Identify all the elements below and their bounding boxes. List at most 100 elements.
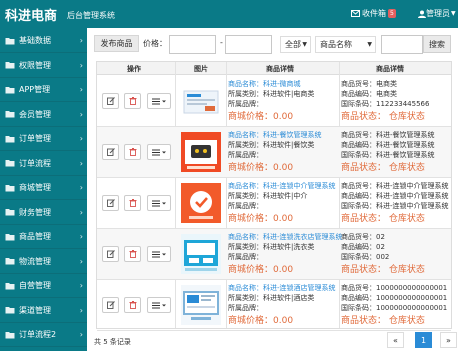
sidebar-item[interactable]: 订单流程2 › xyxy=(0,323,87,347)
sidebar-item[interactable]: 订单流程 › xyxy=(0,152,87,176)
price-separator: - xyxy=(220,38,223,47)
delete-button[interactable] xyxy=(124,246,141,262)
table-row: 商品名称：科进-餐饮管理系统 所属类别：科进软件|餐饮类 所属品牌： 商城价格：0.0… xyxy=(97,127,451,178)
table-header: 操作 图片 商品详情 商品详情 xyxy=(97,62,451,75)
more-menu-button[interactable] xyxy=(147,246,171,262)
edit-icon xyxy=(106,97,115,105)
menu-folder-icon xyxy=(5,160,15,167)
sidebar-item-label: 商城管理 xyxy=(19,183,51,192)
pagination-page-1[interactable]: 1 xyxy=(415,332,432,348)
product-brand: 所属品牌： xyxy=(228,253,263,261)
pagination-next[interactable]: » xyxy=(440,332,457,348)
sidebar-item[interactable]: 会员管理 › xyxy=(0,103,87,127)
sidebar-item[interactable]: 物流管理 › xyxy=(0,250,87,274)
product-thumbnail xyxy=(181,183,221,223)
menu-folder-icon xyxy=(5,258,15,265)
sidebar-item[interactable]: APP管理 › xyxy=(0,78,87,102)
chevron-right-icon: › xyxy=(79,256,83,266)
menu-folder-icon xyxy=(5,184,15,191)
edit-button[interactable] xyxy=(102,93,119,109)
trash-icon xyxy=(129,301,136,309)
product-category: 所属类别：科进软件|中介 xyxy=(228,192,308,200)
caret-down-icon: ▼ xyxy=(302,41,307,48)
product-status: 商品状态： 仓库状态 xyxy=(341,316,425,326)
product-category: 所属类别：科进软件|酒店类 xyxy=(228,294,315,302)
trash-icon xyxy=(129,97,136,105)
caret-down-icon: ▼ xyxy=(367,41,372,48)
product-name[interactable]: 商品名称：科进-连锁中介管理系统 xyxy=(228,181,336,191)
field-select[interactable]: 商品名称 ▼ xyxy=(315,36,376,53)
product-item-number: 商品货号：电商类 xyxy=(341,80,397,88)
more-menu-button[interactable] xyxy=(147,195,171,211)
chevron-right-icon: › xyxy=(79,85,83,94)
list-icon xyxy=(152,251,166,257)
product-price: 商城价格：0.00 xyxy=(228,265,294,275)
product-price: 商城价格：0.00 xyxy=(228,316,294,326)
menu-folder-icon xyxy=(5,307,15,314)
delete-button[interactable] xyxy=(124,195,141,211)
product-name[interactable]: 商品名称：科进-连锁酒店管理系统 xyxy=(228,283,336,293)
edit-icon xyxy=(106,148,115,156)
product-category: 所属类别：科进软件|洗衣类 xyxy=(228,243,315,251)
table-row: 商品名称：科进-连锁洗衣店管理系统 所属类别：科进软件|洗衣类 所属品牌： 商城价格：… xyxy=(97,229,451,280)
sidebar-item-label: 权限管理 xyxy=(19,60,51,70)
menu-folder-icon xyxy=(5,282,15,289)
price-min-input[interactable] xyxy=(169,35,216,54)
delete-button[interactable] xyxy=(124,93,141,109)
edit-button[interactable] xyxy=(102,297,119,313)
admin-menu[interactable]: 管理员 ▼ xyxy=(418,8,456,19)
more-menu-button[interactable] xyxy=(147,144,171,160)
search-input[interactable] xyxy=(381,35,423,54)
product-brand: 所属品牌： xyxy=(228,304,263,312)
price-max-input[interactable] xyxy=(225,35,272,54)
product-name[interactable]: 商品名称：科进-餐饮管理系统 xyxy=(228,130,322,140)
sidebar-item[interactable]: 财务管理 › xyxy=(0,201,87,225)
sidebar-item[interactable]: 商城管理 › xyxy=(0,176,87,200)
sidebar-item[interactable]: 权限管理 › xyxy=(0,54,87,78)
chevron-right-icon: › xyxy=(79,60,83,70)
product-code: 商品编码：02 xyxy=(341,243,385,251)
sidebar-item[interactable]: 基础数据 › xyxy=(0,29,87,53)
main-content: 发布商品 价格： - 全部 ▼ 商品名称 ▼ 搜索 操作 图片 商品详情 商品详情 … xyxy=(87,28,458,351)
product-name[interactable]: 商品名称：科进-微商城 xyxy=(228,79,301,89)
sidebar-item[interactable]: 自营管理 › xyxy=(0,274,87,298)
product-status: 商品状态： 仓库状态 xyxy=(341,265,425,275)
product-name[interactable]: 商品名称：科进-连锁洗衣店管理系统 xyxy=(228,232,343,242)
menu-folder-icon xyxy=(5,111,15,118)
column-header-details: 商品详情 xyxy=(266,65,294,73)
column-header-actions: 操作 xyxy=(127,65,141,73)
inbox-button[interactable]: 收件箱 5 xyxy=(351,8,396,19)
app-logo-title: 科进电商 xyxy=(5,9,58,24)
sidebar-item[interactable]: 订单管理 › xyxy=(0,127,87,151)
record-count: 共 5 条记录 xyxy=(94,338,131,346)
product-barcode: 国际条码：科进-连锁中介管理系统 xyxy=(341,202,449,210)
menu-folder-icon xyxy=(5,233,15,240)
product-status: 商品状态： 仓库状态 xyxy=(341,214,425,224)
delete-button[interactable] xyxy=(124,297,141,313)
edit-button[interactable] xyxy=(102,195,119,211)
list-icon xyxy=(152,200,166,206)
sidebar-item[interactable]: 渠道管理 › xyxy=(0,299,87,323)
category-select[interactable]: 全部 ▼ xyxy=(280,36,311,53)
edit-icon xyxy=(106,250,115,258)
product-price: 商城价格：0.00 xyxy=(228,112,294,122)
inbox-count-badge: 5 xyxy=(388,9,396,18)
chevron-right-icon: › xyxy=(79,281,83,290)
trash-icon xyxy=(129,199,136,207)
list-icon xyxy=(152,98,166,104)
list-icon xyxy=(152,149,166,155)
search-button[interactable]: 搜索 xyxy=(423,35,451,53)
publish-product-button[interactable]: 发布商品 xyxy=(94,35,139,52)
edit-button[interactable] xyxy=(102,246,119,262)
more-menu-button[interactable] xyxy=(147,297,171,313)
delete-button[interactable] xyxy=(124,144,141,160)
product-item-number: 商品货号：科进-餐饮管理系统 xyxy=(341,131,435,139)
sidebar-item-label: 自营管理 xyxy=(19,281,51,290)
edit-button[interactable] xyxy=(102,144,119,160)
more-menu-button[interactable] xyxy=(147,93,171,109)
product-price: 商城价格：0.00 xyxy=(228,214,294,224)
pagination-prev[interactable]: « xyxy=(387,332,404,348)
product-barcode: 国际条码：112233445566 xyxy=(341,100,430,108)
product-barcode: 国际条码：科进-餐饮管理系统 xyxy=(341,151,435,159)
sidebar-item[interactable]: 商品管理 › xyxy=(0,225,87,249)
